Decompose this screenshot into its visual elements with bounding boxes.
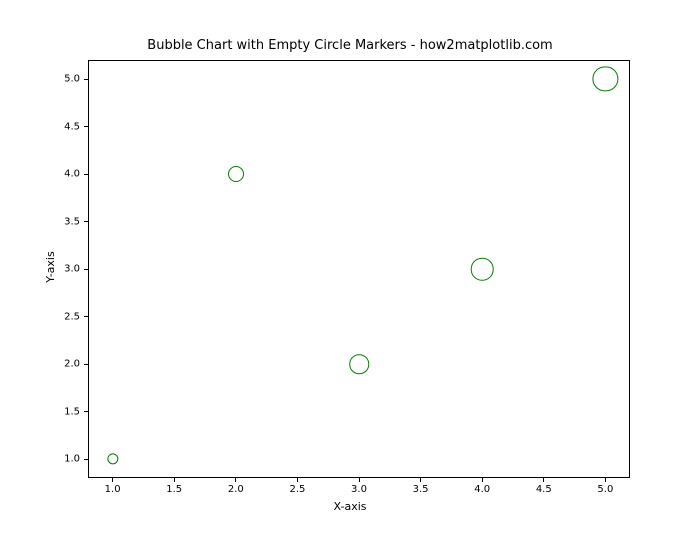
y-tick-label: 5.0 <box>58 74 80 85</box>
x-tick-mark <box>297 478 298 482</box>
x-tick-mark <box>174 478 175 482</box>
x-tick-label: 4.5 <box>536 484 552 495</box>
axes-frame <box>88 60 630 478</box>
y-tick-mark <box>84 316 88 317</box>
x-tick-mark <box>359 478 360 482</box>
y-tick-label: 3.5 <box>58 216 80 227</box>
x-tick-label: 5.0 <box>597 484 613 495</box>
y-tick-label: 2.5 <box>58 311 80 322</box>
y-tick-label: 3.0 <box>58 264 80 275</box>
y-tick-label: 4.0 <box>58 169 80 180</box>
x-tick-label: 4.0 <box>474 484 490 495</box>
bubble-marker <box>349 354 369 374</box>
x-tick-label: 2.5 <box>289 484 305 495</box>
y-tick-mark <box>84 221 88 222</box>
x-tick-mark <box>420 478 421 482</box>
y-axis-label: Y-axis <box>44 247 57 287</box>
x-tick-label: 1.5 <box>166 484 182 495</box>
y-tick-label: 4.5 <box>58 121 80 132</box>
x-tick-mark <box>235 478 236 482</box>
x-axis-label: X-axis <box>0 500 700 513</box>
y-tick-mark <box>84 459 88 460</box>
x-tick-label: 2.0 <box>228 484 244 495</box>
x-tick-label: 3.5 <box>413 484 429 495</box>
y-tick-mark <box>84 79 88 80</box>
y-tick-label: 1.0 <box>58 454 80 465</box>
y-tick-label: 1.5 <box>58 406 80 417</box>
x-tick-mark <box>605 478 606 482</box>
x-tick-mark <box>543 478 544 482</box>
figure: Bubble Chart with Empty Circle Markers -… <box>0 0 700 560</box>
bubble-marker <box>228 166 244 182</box>
y-tick-mark <box>84 364 88 365</box>
x-tick-label: 1.0 <box>105 484 121 495</box>
x-tick-mark <box>482 478 483 482</box>
x-tick-mark <box>112 478 113 482</box>
y-tick-mark <box>84 411 88 412</box>
y-tick-mark <box>84 126 88 127</box>
x-tick-label: 3.0 <box>351 484 367 495</box>
y-tick-mark <box>84 174 88 175</box>
bubble-marker <box>471 258 494 281</box>
y-tick-label: 2.0 <box>58 359 80 370</box>
y-tick-mark <box>84 269 88 270</box>
chart-title: Bubble Chart with Empty Circle Markers -… <box>0 38 700 53</box>
